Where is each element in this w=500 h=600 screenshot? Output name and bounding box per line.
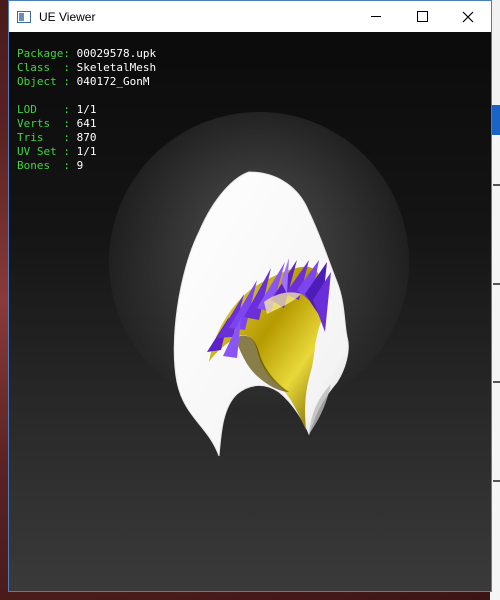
minimize-button[interactable] [353,1,399,32]
close-icon [462,11,474,22]
background-edge-marker [493,283,500,285]
window-title: UE Viewer [39,9,96,24]
3d-viewport[interactable]: Package: 00029578.upk Class : SkeletalMe… [9,32,491,591]
maximize-button[interactable] [399,1,445,32]
background-edge-marker [493,480,500,482]
background-edge-marker [493,184,500,186]
title-bar[interactable]: UE Viewer [9,1,491,32]
maximize-icon [416,11,428,22]
hooded-mesh-render [109,112,409,457]
close-button[interactable] [445,1,491,32]
minimize-icon [371,16,381,17]
ue-viewer-window: UE Viewer Package: 00029578.upk Class : … [8,0,492,592]
app-window-icon [17,10,31,23]
background-edge-marker [493,381,500,383]
window-controls [353,1,491,32]
